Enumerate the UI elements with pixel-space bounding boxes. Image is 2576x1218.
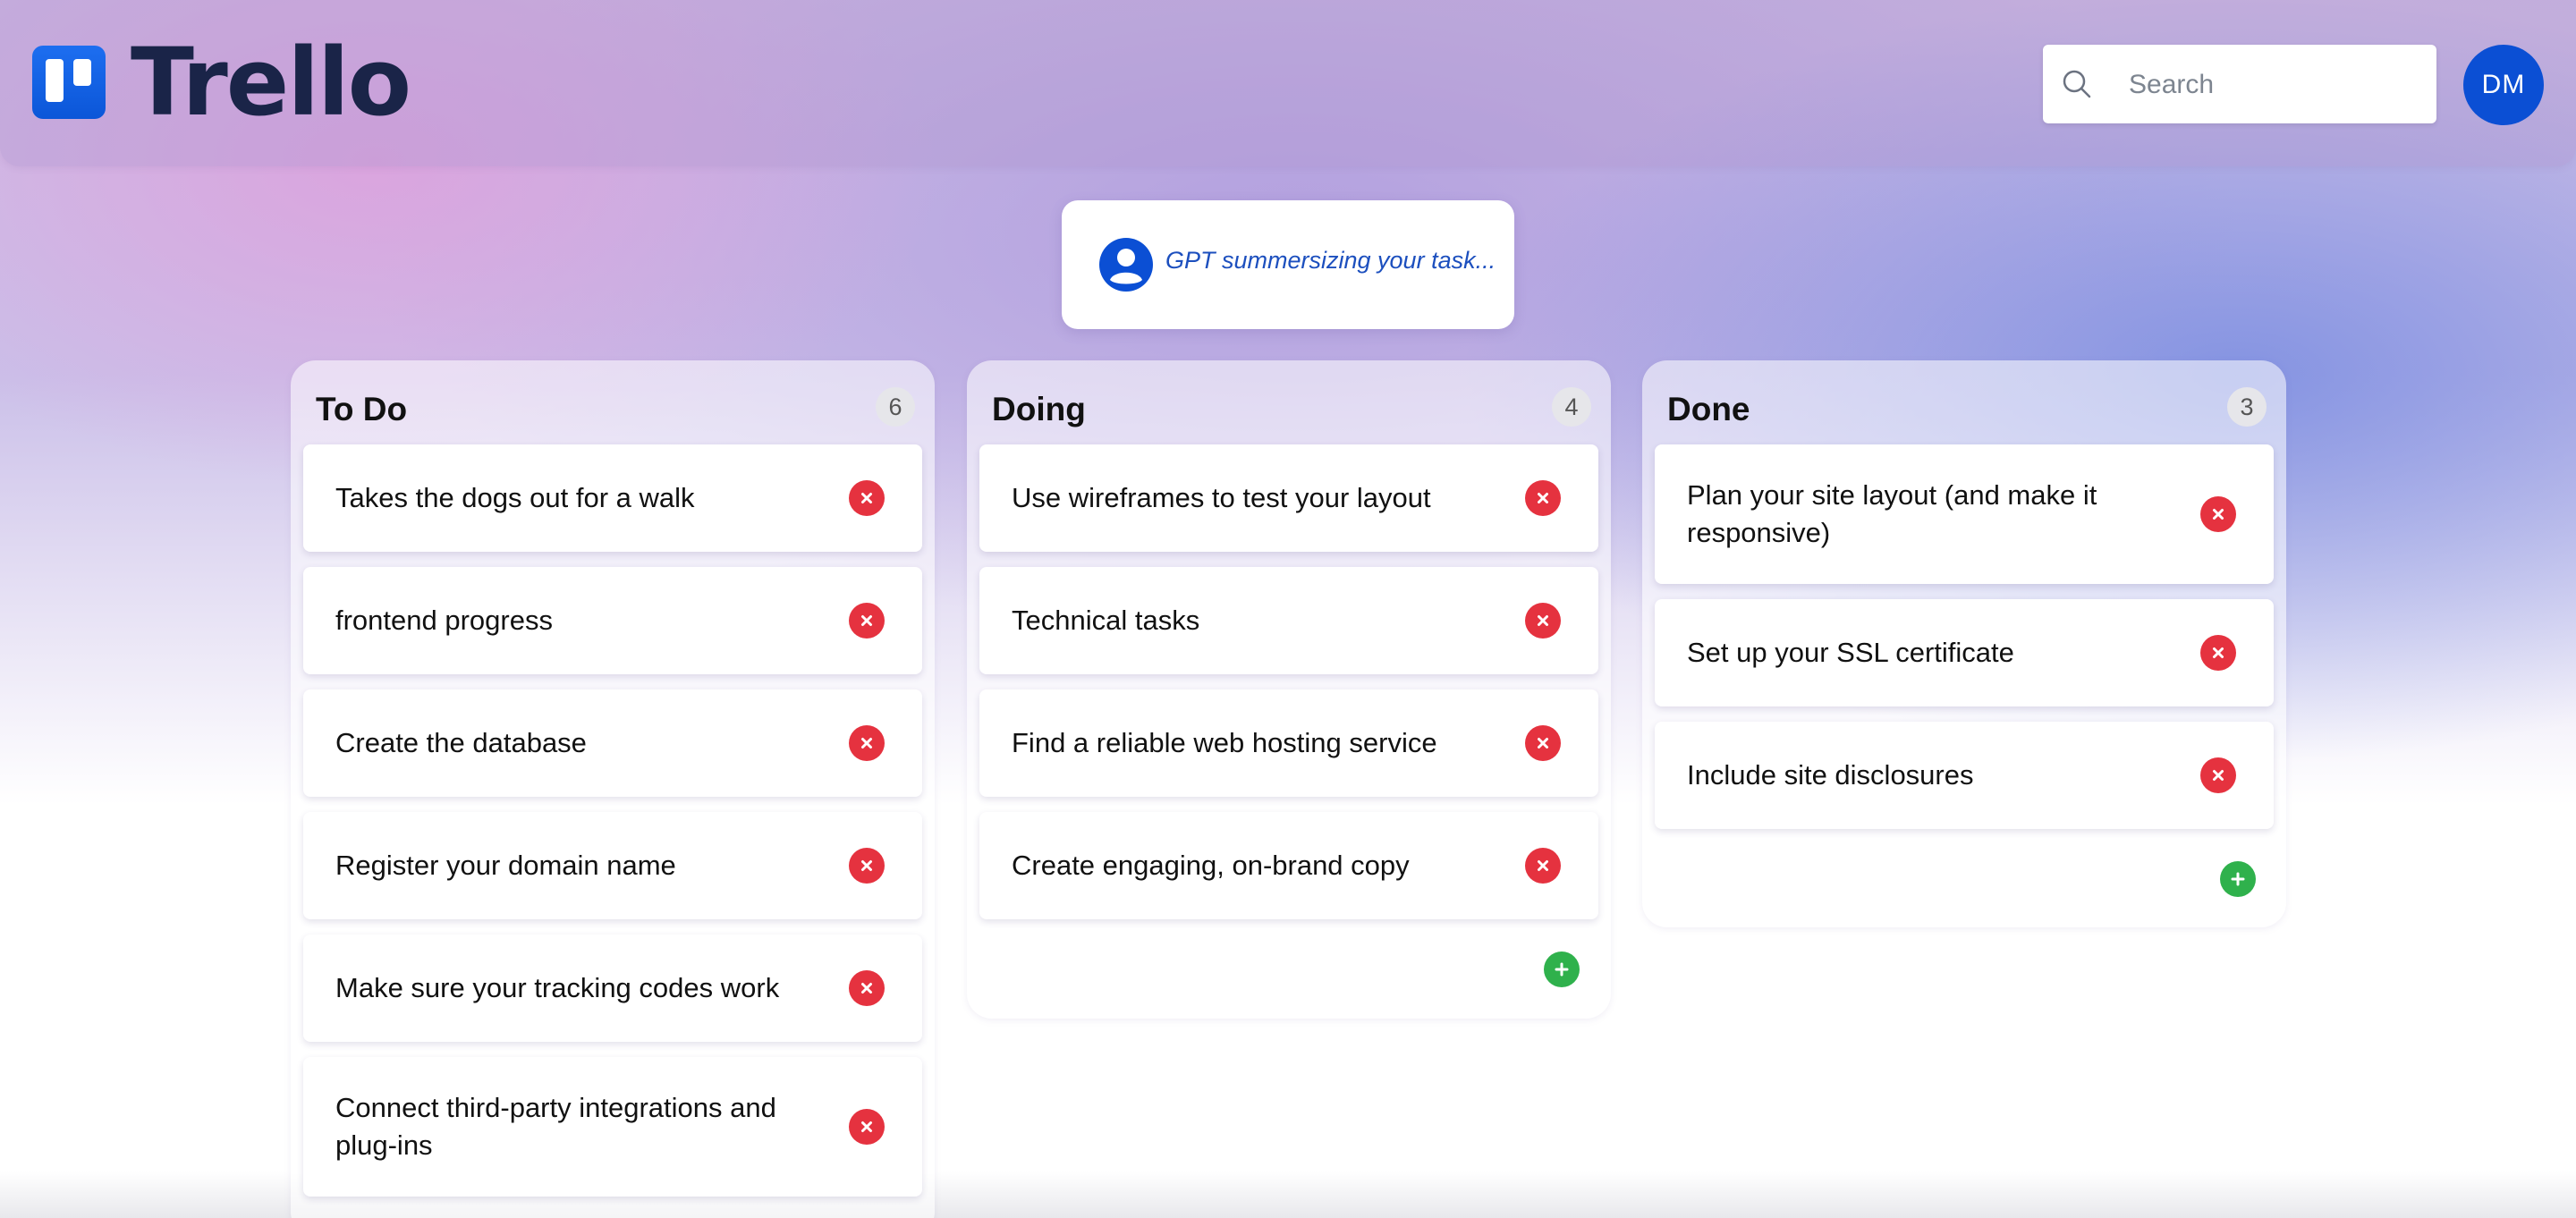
close-icon	[861, 860, 872, 871]
close-icon	[861, 1121, 872, 1132]
task-card[interactable]: Create the database	[303, 689, 922, 797]
delete-card-button[interactable]	[849, 1109, 885, 1145]
search-box[interactable]	[2043, 45, 2436, 123]
delete-card-button[interactable]	[849, 603, 885, 639]
search-input[interactable]	[2127, 63, 2417, 107]
search-icon	[2063, 70, 2091, 98]
task-card[interactable]: Include site disclosures	[1655, 722, 2274, 829]
close-icon	[861, 493, 872, 503]
add-card-button[interactable]	[2220, 861, 2256, 897]
trello-logo[interactable]: Trello	[32, 28, 411, 137]
trello-board-icon	[32, 46, 106, 119]
task-text: Create engaging, on-brand copy	[1012, 850, 1410, 881]
task-text: Include site disclosures	[1687, 759, 1974, 791]
task-text: frontend progress	[335, 605, 553, 636]
task-text: Make sure your tracking codes work	[335, 972, 780, 1003]
user-avatar[interactable]: DM	[2463, 45, 2544, 125]
column-title: Done	[1667, 391, 1750, 427]
plus-icon	[2231, 872, 2245, 886]
card-count-badge: 6	[876, 387, 915, 427]
delete-card-button[interactable]	[849, 480, 885, 516]
task-card[interactable]: Technical tasks	[979, 567, 1598, 674]
delete-card-button[interactable]	[1525, 848, 1561, 884]
add-card-button[interactable]	[1544, 952, 1580, 987]
column-title: To Do	[316, 391, 408, 427]
gpt-status-text: GPT summersizing your task...	[1165, 247, 1496, 274]
app-name: Trello	[131, 28, 411, 137]
delete-card-button[interactable]	[849, 970, 885, 1006]
close-icon	[2213, 647, 2224, 658]
task-card[interactable]: Plan your site layout (and make it respo…	[1655, 444, 2274, 584]
task-card[interactable]: Connect third-party integrations and plu…	[303, 1057, 922, 1197]
task-card[interactable]: Register your domain name	[303, 812, 922, 919]
gpt-summary-card: GPT summersizing your task...	[1062, 200, 1514, 329]
task-card[interactable]: Use wireframes to test your layout	[979, 444, 1598, 552]
card-count-badge: 3	[2227, 387, 2267, 427]
close-icon	[1538, 860, 1548, 871]
task-card[interactable]: frontend progress	[303, 567, 922, 674]
close-icon	[861, 738, 872, 749]
delete-card-button[interactable]	[2200, 635, 2236, 671]
plus-icon	[1555, 962, 1569, 977]
close-icon	[1538, 615, 1548, 626]
task-card[interactable]: Find a reliable web hosting service	[979, 689, 1598, 797]
column-doing: Doing 4 Use wireframes to test your layo…	[967, 360, 1611, 1019]
close-icon	[861, 615, 872, 626]
delete-card-button[interactable]	[2200, 496, 2236, 532]
task-text: Set up your SSL certificate	[1687, 637, 2014, 668]
task-text: Plan your site layout (and make it respo…	[1687, 479, 2097, 548]
task-text: Technical tasks	[1012, 605, 1200, 636]
column-title: Doing	[992, 391, 1086, 427]
task-text: Takes the dogs out for a walk	[335, 482, 695, 513]
task-card[interactable]: Set up your SSL certificate	[1655, 599, 2274, 706]
task-card[interactable]: Create engaging, on-brand copy	[979, 812, 1598, 919]
task-text: Find a reliable web hosting service	[1012, 727, 1437, 758]
top-header: Trello DM	[0, 0, 2576, 166]
delete-card-button[interactable]	[1525, 725, 1561, 761]
close-icon	[1538, 738, 1548, 749]
task-card[interactable]: Takes the dogs out for a walk	[303, 444, 922, 552]
delete-card-button[interactable]	[1525, 603, 1561, 639]
close-icon	[1538, 493, 1548, 503]
delete-card-button[interactable]	[849, 848, 885, 884]
user-icon	[1099, 238, 1153, 292]
column-to-do: To Do 6 Takes the dogs out for a walk fr…	[291, 360, 935, 1218]
task-text: Connect third-party integrations and plu…	[335, 1092, 776, 1161]
column-done: Done 3 Plan your site layout (and make i…	[1642, 360, 2286, 927]
delete-card-button[interactable]	[2200, 757, 2236, 793]
close-icon	[2213, 770, 2224, 781]
delete-card-button[interactable]	[849, 725, 885, 761]
delete-card-button[interactable]	[1525, 480, 1561, 516]
task-card[interactable]: Make sure your tracking codes work	[303, 935, 922, 1042]
task-text: Create the database	[335, 727, 587, 758]
task-text: Use wireframes to test your layout	[1012, 482, 1431, 513]
card-count-badge: 4	[1552, 387, 1591, 427]
close-icon	[2213, 509, 2224, 520]
task-text: Register your domain name	[335, 850, 676, 881]
close-icon	[861, 983, 872, 994]
